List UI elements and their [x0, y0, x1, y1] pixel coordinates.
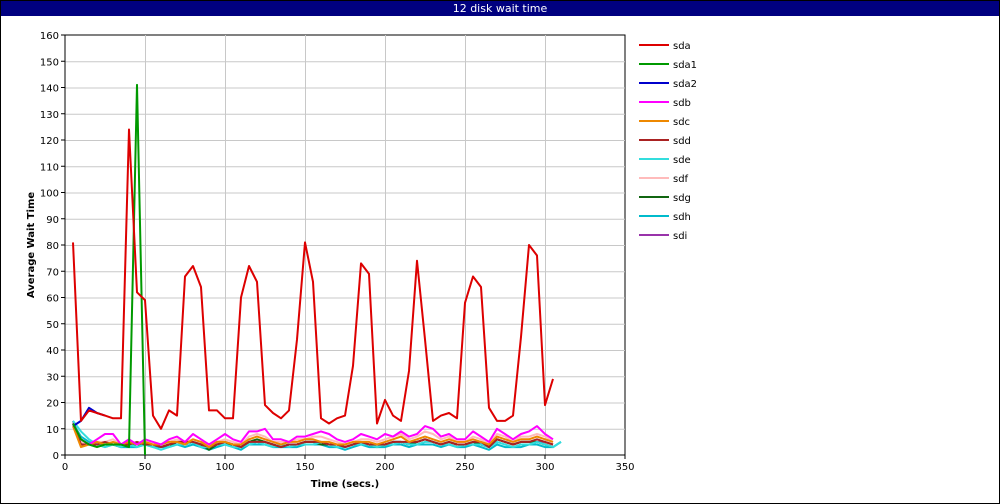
legend-label-sde: sde — [673, 155, 691, 166]
y-tick-label: 10 — [46, 425, 59, 436]
y-tick-label: 150 — [40, 57, 59, 68]
x-tick-label: 350 — [615, 462, 634, 473]
legend-label-sdb: sdb — [673, 98, 691, 109]
x-tick-label: 0 — [62, 462, 68, 473]
legend-label-sdf: sdf — [673, 174, 689, 185]
y-tick-label: 0 — [53, 451, 59, 462]
line-chart: 0 10 20 30 40 50 60 70 80 90 100 110 120 130 140 150 160… — [26, 31, 697, 490]
x-tick-label: 300 — [535, 462, 554, 473]
y-tick-label: 140 — [40, 84, 59, 95]
y-tick-label: 50 — [46, 320, 59, 331]
y-tick-label: 130 — [40, 110, 59, 121]
x-tick-label: 150 — [295, 462, 314, 473]
x-tick-label: 200 — [375, 462, 394, 473]
y-tick-label: 20 — [46, 399, 59, 410]
x-tick-label: 250 — [455, 462, 474, 473]
y-tick-label: 40 — [46, 346, 59, 357]
y-tick-label: 80 — [46, 241, 59, 252]
y-axis-title: Average Wait Time — [26, 192, 37, 299]
y-tick-label: 160 — [40, 31, 59, 42]
legend-label-sdd: sdd — [673, 136, 691, 147]
y-tick-label: 120 — [40, 136, 59, 147]
x-axis-title: Time (secs.) — [311, 479, 380, 490]
y-tick-label: 100 — [40, 189, 59, 200]
y-tick-label: 70 — [46, 267, 59, 278]
legend-label-sdc: sdc — [673, 117, 690, 128]
legend-label-sdh: sdh — [673, 212, 691, 223]
y-tick-label: 110 — [40, 162, 59, 173]
y-tick-label: 60 — [46, 294, 59, 305]
x-tick-label: 100 — [215, 462, 234, 473]
chart-window: 12 disk wait time 0 10 20 30 40 50 60 70 80 90 100… — [0, 0, 1000, 504]
legend-label-sda2: sda2 — [673, 79, 697, 90]
y-tick-label: 90 — [46, 215, 59, 226]
legend-label-sdg: sdg — [673, 193, 691, 204]
y-tick-label: 30 — [46, 372, 59, 383]
legend-label-sdi: sdi — [673, 231, 687, 242]
x-tick-label: 50 — [139, 462, 152, 473]
legend-label-sda1: sda1 — [673, 60, 697, 71]
legend-label-sda: sda — [673, 41, 691, 52]
